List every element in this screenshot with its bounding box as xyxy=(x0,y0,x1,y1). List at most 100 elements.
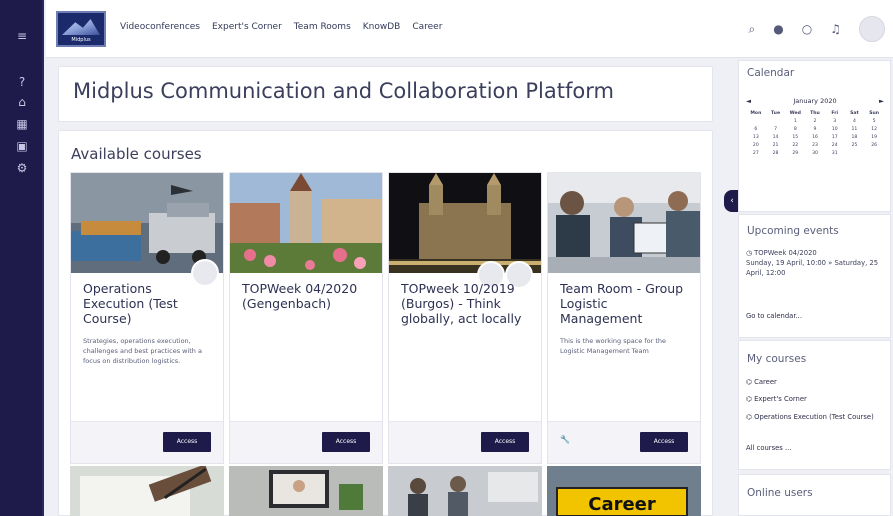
calendar-day-name: Wed xyxy=(789,111,801,116)
site-logo[interactable]: Midplus xyxy=(56,11,106,47)
access-button[interactable]: Access xyxy=(640,432,688,452)
calendar-day[interactable]: 31 xyxy=(825,151,845,156)
calendar-day[interactable]: 22 xyxy=(785,143,805,148)
nav-career[interactable]: Career xyxy=(412,22,442,32)
course-image-bottom-2[interactable] xyxy=(229,466,383,516)
access-button[interactable]: Access xyxy=(163,432,211,452)
my-course-label[interactable]: Expert's Corner xyxy=(754,395,807,403)
calendar-day[interactable]: 26 xyxy=(864,143,884,148)
nav-knowdb[interactable]: KnowDB xyxy=(363,22,401,32)
calendar-day[interactable]: 27 xyxy=(746,151,766,156)
calendar-day[interactable]: 2 xyxy=(805,119,825,124)
calendar-day[interactable]: 29 xyxy=(785,151,805,156)
globe-icon[interactable]: ● xyxy=(773,22,783,36)
calendar-day[interactable]: 4 xyxy=(845,119,865,124)
upcoming-events-title: Upcoming events xyxy=(747,225,839,237)
calendar-day[interactable]: 15 xyxy=(785,135,805,140)
calendar-day[interactable]: 28 xyxy=(766,151,786,156)
my-course-item[interactable]: ⌬ Expert's Corner xyxy=(746,395,807,403)
files-icon[interactable]: ▣ xyxy=(0,138,44,154)
user-avatar[interactable] xyxy=(859,16,885,42)
course-image-operations[interactable] xyxy=(71,173,223,273)
all-courses-link[interactable]: All courses ... xyxy=(746,444,792,452)
calendar-day-name: Sat xyxy=(850,111,859,116)
course-title[interactable]: TOPweek 10/2019 (Burgos) - Think globall… xyxy=(401,281,531,326)
laptop-image xyxy=(229,466,383,516)
go-to-calendar-link[interactable]: Go to calendar... xyxy=(746,312,802,320)
calendar-day xyxy=(746,119,766,124)
my-course-label[interactable]: Career xyxy=(754,378,777,386)
nav-team-rooms[interactable]: Team Rooms xyxy=(294,22,351,32)
graduation-cap-icon: ⌬ xyxy=(746,378,755,386)
page-title: Midplus Communication and Collaboration … xyxy=(73,79,614,103)
calendar-day[interactable]: 16 xyxy=(805,135,825,140)
course-image-bottom-4[interactable]: Career xyxy=(547,466,701,516)
calendar-day[interactable]: 24 xyxy=(825,143,845,148)
calendar-day[interactable]: 23 xyxy=(805,143,825,148)
course-body: Team Room - Group Logistic Management Th… xyxy=(560,281,690,356)
logo-mountain xyxy=(62,19,100,35)
calendar-day[interactable]: 17 xyxy=(825,135,845,140)
search-icon[interactable]: ⌕ xyxy=(749,22,756,37)
my-courses-title: My courses xyxy=(747,353,807,365)
next-month-icon[interactable]: ► xyxy=(879,97,884,105)
calendar-day[interactable]: 8 xyxy=(785,127,805,132)
menu-icon[interactable]: ≡ xyxy=(0,28,44,44)
course-image-gengenbach[interactable] xyxy=(230,173,382,273)
writing-image xyxy=(70,466,224,516)
calendar-day[interactable]: 11 xyxy=(845,127,865,132)
meeting-image xyxy=(548,173,700,273)
classroom-image xyxy=(388,466,542,516)
top-icons: ⌕ ● ○ ♫ xyxy=(749,16,885,42)
course-title[interactable]: Operations Execution (Test Course) xyxy=(83,281,213,326)
calendar-day[interactable]: 9 xyxy=(805,127,825,132)
online-users-block: Online users xyxy=(738,474,891,516)
calendar-day[interactable]: 19 xyxy=(864,135,884,140)
calendar-day[interactable]: 6 xyxy=(746,127,766,132)
calendar-day[interactable]: 21 xyxy=(766,143,786,148)
calendar-day[interactable]: 10 xyxy=(825,127,845,132)
course-title[interactable]: Team Room - Group Logistic Management xyxy=(560,281,690,326)
left-rail: ≡ ? ⌂ ▦ ▣ ⚙ xyxy=(0,0,44,516)
my-course-item[interactable]: ⌬ Career xyxy=(746,378,777,386)
calendar-day[interactable]: 3 xyxy=(825,119,845,124)
calendar-day[interactable]: 1 xyxy=(785,119,805,124)
nav-experts-corner[interactable]: Expert's Corner xyxy=(212,22,282,32)
home-icon[interactable]: ⌂ xyxy=(0,94,44,110)
help-icon[interactable]: ? xyxy=(0,74,44,90)
course-footer: Access xyxy=(230,421,382,463)
calendar-day[interactable]: 7 xyxy=(766,127,786,132)
chat-icon[interactable]: ○ xyxy=(802,22,812,36)
calendar-day[interactable]: 5 xyxy=(864,119,884,124)
course-title[interactable]: TOPWeek 04/2020 (Gengenbach) xyxy=(242,281,372,311)
nav-videoconferences[interactable]: Videoconferences xyxy=(120,22,200,32)
course-body: TOPWeek 04/2020 (Gengenbach) xyxy=(242,281,372,321)
calendar-day[interactable]: 30 xyxy=(805,151,825,156)
calendar-day[interactable]: 12 xyxy=(864,127,884,132)
course-body: Operations Execution (Test Course) Strat… xyxy=(83,281,213,366)
event-item[interactable]: ◷ TOPWeek 04/2020 Sunday, 19 April, 10:0… xyxy=(746,248,884,278)
calendar-day[interactable]: 25 xyxy=(845,143,865,148)
calendar-icon[interactable]: ▦ xyxy=(0,116,44,132)
wrench-icon[interactable]: 🔧 xyxy=(560,435,570,444)
bell-icon[interactable]: ♫ xyxy=(830,22,841,36)
calendar-day[interactable]: 14 xyxy=(766,135,786,140)
my-course-item[interactable]: ⌬ Operations Execution (Test Course) xyxy=(746,412,886,422)
calendar-day[interactable]: 20 xyxy=(746,143,766,148)
prev-month-icon[interactable]: ◄ xyxy=(746,97,751,105)
course-image-team-room[interactable] xyxy=(548,173,700,273)
settings-icon[interactable]: ⚙ xyxy=(0,160,44,176)
course-image-bottom-3[interactable] xyxy=(388,466,542,516)
access-button[interactable]: Access xyxy=(322,432,370,452)
career-sign-image: Career xyxy=(547,466,701,516)
event-name[interactable]: TOPWeek 04/2020 xyxy=(754,249,817,257)
cathedral-image xyxy=(389,173,541,273)
access-button[interactable]: Access xyxy=(481,432,529,452)
my-course-label[interactable]: Operations Execution (Test Course) xyxy=(754,413,874,421)
calendar-day[interactable]: 18 xyxy=(845,135,865,140)
course-image-bottom-1[interactable] xyxy=(70,466,224,516)
calendar-day-name: Thu xyxy=(810,111,820,116)
course-image-burgos[interactable] xyxy=(389,173,541,273)
calendar-day[interactable]: 13 xyxy=(746,135,766,140)
primary-nav: Videoconferences Expert's Corner Team Ro… xyxy=(120,22,442,32)
